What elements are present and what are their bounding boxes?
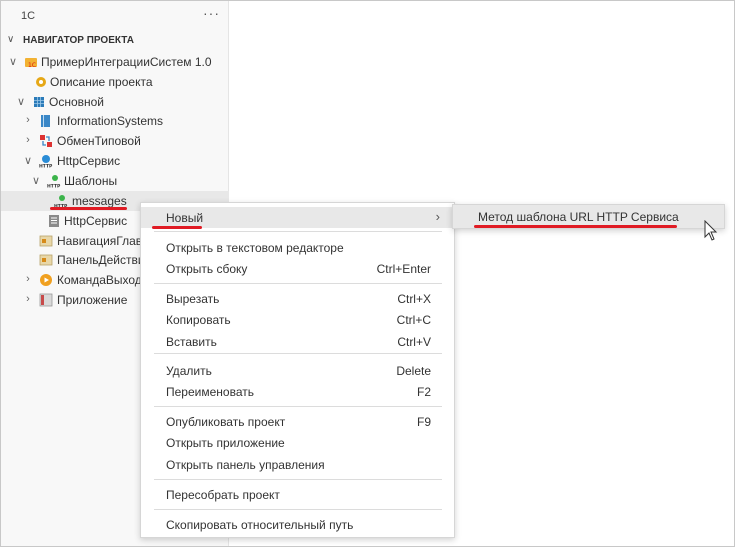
menu-item-label: Пересобрать проект <box>166 488 280 502</box>
section-header-project-navigator[interactable]: ∨ НАВИГАТОР ПРОЕКТА <box>1 32 229 50</box>
menu-separator <box>154 353 442 354</box>
section-label: НАВИГАТОР ПРОЕКТА <box>23 35 134 46</box>
chevron-right-icon: › <box>435 209 440 224</box>
menu-item-label: Удалить <box>166 364 212 378</box>
menu-item[interactable]: Удалить Delete <box>141 360 454 381</box>
menu-item[interactable]: Опубликовать проект F9 <box>141 411 454 432</box>
menu-separator <box>154 231 442 232</box>
tree-item-label: Описание проекта <box>50 75 153 89</box>
http-icon: HTTP <box>47 174 61 190</box>
annotation-underline-new <box>152 226 202 229</box>
menu-item-label: Открыть панель управления <box>166 457 325 472</box>
menu-item[interactable]: Открыть панель управления <box>141 454 454 475</box>
menu-item[interactable]: Переименовать F2 <box>141 381 454 402</box>
menu-item[interactable]: Пересобрать проект <box>141 484 454 505</box>
chevron-right-icon[interactable]: › <box>22 293 34 305</box>
http-globe-icon: HTTP <box>39 154 53 170</box>
gear-icon <box>34 75 48 89</box>
menu-separator <box>154 509 442 510</box>
menu-item-label: Копировать <box>166 313 231 328</box>
menu-item[interactable]: Копировать Ctrl+C <box>141 309 454 330</box>
tree-item-label: Шаблоны <box>64 174 118 188</box>
project-1c-icon: 1C <box>24 55 38 69</box>
submenu-item-label: Метод шаблона URL HTTP Сервиса <box>478 210 679 224</box>
tree-item-templates[interactable]: ∨ HTTP Шаблоны <box>1 171 229 191</box>
tree-item-label: InformationSystems <box>57 114 164 128</box>
more-actions-icon[interactable]: ··· <box>203 5 220 21</box>
tree-item-label: Основной <box>49 95 105 109</box>
tree-item-project-description[interactable]: Описание проекта <box>1 72 229 92</box>
chevron-right-icon[interactable]: › <box>22 114 34 126</box>
svg-text:HTTP: HTTP <box>39 164 53 169</box>
tree-item-main[interactable]: ∨ Основной <box>1 92 229 112</box>
menu-separator <box>154 406 442 407</box>
tree-item-exchange[interactable]: › ОбменТиповой <box>1 131 229 151</box>
chevron-down-icon: ∨ <box>7 34 15 45</box>
module-icon <box>47 214 61 228</box>
chevron-down-icon[interactable]: ∨ <box>15 95 27 108</box>
chevron-down-icon[interactable]: ∨ <box>7 55 19 68</box>
tree-item-project[interactable]: ∨ 1C ПримерИнтеграцииСистем 1.0 <box>1 52 229 72</box>
chevron-right-icon[interactable]: › <box>22 273 34 285</box>
chevron-right-icon[interactable]: › <box>22 134 34 146</box>
menu-item[interactable]: Новый › <box>141 207 454 228</box>
tree-item-label: HttpСервис <box>57 154 121 168</box>
svg-text:HTTP: HTTP <box>47 184 61 189</box>
menu-item-shortcut: Ctrl+C <box>396 313 431 328</box>
app-icon <box>39 293 53 307</box>
tree-item-label: КомандаВыход <box>57 273 142 287</box>
menu-item-label: Открыть в текстовом редакторе <box>166 241 344 255</box>
tree-item-http-service[interactable]: ∨ HTTP HttpСервис <box>1 151 229 171</box>
menu-item-label: Опубликовать проект <box>166 415 286 429</box>
mouse-cursor-icon <box>704 220 718 241</box>
tree-item-label: ОбменТиповой <box>57 134 141 148</box>
menu-item-shortcut: Ctrl+V <box>397 334 431 349</box>
chevron-down-icon[interactable]: ∨ <box>22 154 34 167</box>
tree-item-label: HttpСервис <box>64 214 128 228</box>
tree-item-label: ПанельДействи <box>57 253 145 267</box>
http-icon: HTTP <box>54 194 68 210</box>
menu-item-label: Скопировать относительный путь <box>166 518 354 532</box>
grid-icon <box>32 95 46 109</box>
tree-item-label: ПримерИнтеграцииСистем 1.0 <box>41 55 212 69</box>
tree-item-label: НавигацияГлав <box>57 234 143 248</box>
book-icon <box>39 114 53 128</box>
exchange-icon <box>39 134 53 148</box>
menu-separator <box>154 283 442 284</box>
menu-item[interactable]: Вырезать Ctrl+X <box>141 288 454 309</box>
menu-item-shortcut: F2 <box>416 385 431 400</box>
menu-item-label: Открыть приложение <box>166 436 285 451</box>
menu-item-shortcut: Ctrl+Enter <box>376 262 431 277</box>
annotation-underline-messages <box>50 207 127 210</box>
play-icon <box>39 273 53 287</box>
menu-item-label: Вставить <box>166 334 217 349</box>
tree-item-information-systems[interactable]: › InformationSystems <box>1 111 229 131</box>
menu-item[interactable]: Открыть сбоку Ctrl+Enter <box>141 258 454 279</box>
chevron-down-icon[interactable]: ∨ <box>30 174 42 187</box>
menu-separator <box>154 479 442 480</box>
svg-text:1C: 1C <box>28 62 36 69</box>
menu-item-label: Вырезать <box>166 292 220 306</box>
context-menu: Новый › Открыть в текстовом редакторе Откры… <box>140 202 455 538</box>
annotation-underline-submenu <box>474 225 677 228</box>
menu-item[interactable]: Открыть в текстовом редакторе <box>141 237 454 258</box>
menu-item[interactable]: Вставить Ctrl+V <box>141 331 454 352</box>
sidebar-header: 1С ··· <box>1 1 229 29</box>
menu-item[interactable]: Скопировать относительный путь <box>141 514 454 535</box>
menu-item-label: Переименовать <box>166 385 254 400</box>
tree-item-label: Приложение <box>57 293 128 307</box>
menu-item[interactable]: Открыть приложение <box>141 432 454 453</box>
tree-item-label: messages <box>72 194 127 208</box>
sidebar-title: 1С <box>21 10 36 22</box>
menu-item-label: Новый <box>166 211 204 225</box>
menu-item-shortcut: Ctrl+X <box>397 292 431 306</box>
panel-icon <box>39 234 53 248</box>
menu-item-shortcut: F9 <box>416 415 431 429</box>
menu-item-shortcut: Delete <box>396 364 431 378</box>
panel-icon <box>39 253 53 267</box>
menu-item-label: Открыть сбоку <box>166 262 248 277</box>
